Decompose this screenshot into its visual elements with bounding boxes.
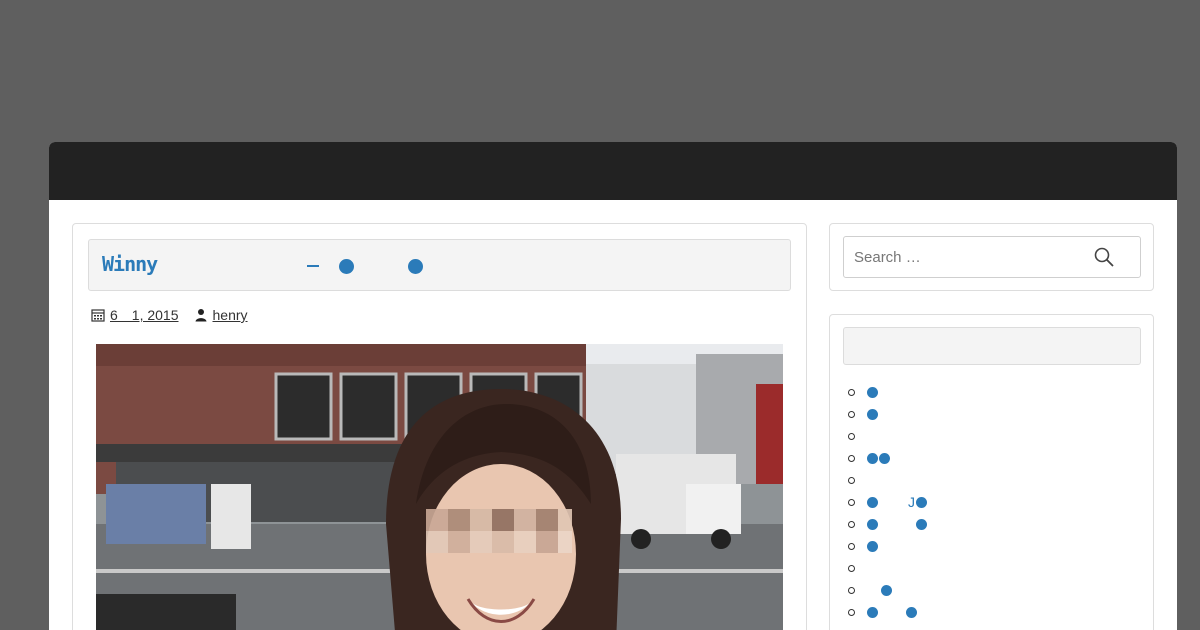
post-date-link[interactable]: 6 1, 2015 [110,305,179,325]
title-glyph [339,258,354,274]
featured-image [96,344,783,630]
list-item[interactable] [848,469,927,491]
list-item[interactable] [848,535,927,557]
list-item[interactable] [848,579,927,601]
list-item[interactable] [848,447,927,469]
sidebar-list-widget: J [829,314,1154,630]
list-item[interactable] [848,557,927,579]
title-glyphs [307,254,423,278]
search-widget [829,223,1154,291]
widget-title [843,327,1141,365]
entry-header: Winny [88,239,791,291]
list-item[interactable] [848,403,927,425]
list-item[interactable] [848,425,927,447]
main-content: Winny 6 1, 2015 henry [72,223,807,630]
title-glyph [408,258,423,274]
search-button[interactable] [1092,246,1116,270]
post-title[interactable]: Winny [102,252,158,276]
entry-meta: 6 1, 2015 henry [90,305,248,325]
site-header [49,142,1177,200]
list-item[interactable]: J [848,491,927,513]
title-dash [307,265,319,267]
list-item[interactable] [848,381,927,403]
calendar-icon [90,307,106,323]
site-container: Winny 6 1, 2015 henry Search … J [49,142,1177,630]
list-item[interactable] [848,513,927,535]
list-item[interactable] [848,601,927,623]
post-author-link[interactable]: henry [213,307,248,323]
user-icon [193,307,209,323]
search-icon [1093,247,1115,271]
widget-list: J [848,381,927,623]
